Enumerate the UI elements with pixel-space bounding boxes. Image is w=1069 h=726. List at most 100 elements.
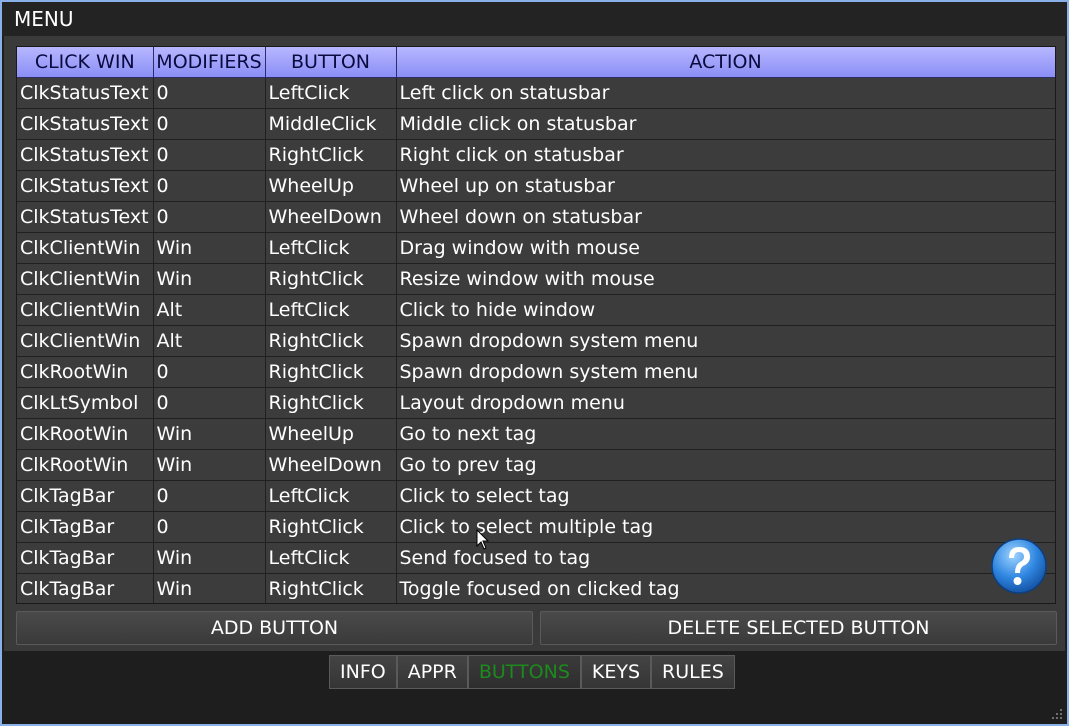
table-row[interactable]: ClkTagBar Win LeftClick Send focused to tag <box>17 542 1055 574</box>
cell-modifiers[interactable]: Alt <box>153 325 266 357</box>
cell-action[interactable]: Drag window with mouse <box>396 232 1055 264</box>
resize-grip-icon[interactable] <box>1051 708 1063 720</box>
cell-button[interactable]: RightClick <box>265 139 397 171</box>
cell-click-win[interactable]: ClkStatusText <box>17 170 154 202</box>
cell-click-win[interactable]: ClkRootWin <box>17 449 154 481</box>
column-header-modifiers[interactable]: MODIFIERS <box>153 47 266 78</box>
cell-modifiers[interactable]: 0 <box>153 511 266 543</box>
cell-button[interactable]: RightClick <box>265 511 397 543</box>
cell-button[interactable]: MiddleClick <box>265 108 397 140</box>
buttons-table-frame[interactable]: CLICK WIN MODIFIERS BUTTON ACTION ClkSta… <box>16 46 1056 604</box>
cell-action[interactable]: Wheel down on statusbar <box>396 201 1055 233</box>
cell-button[interactable]: RightClick <box>265 573 397 603</box>
cell-button[interactable]: LeftClick <box>265 77 397 109</box>
table-row[interactable]: ClkClientWin Win LeftClick Drag window with… <box>17 232 1055 264</box>
cell-action[interactable]: Layout dropdown menu <box>396 387 1055 419</box>
table-row[interactable]: ClkStatusText 0 LeftClick Left click on sta… <box>17 77 1055 109</box>
table-row[interactable]: ClkLtSymbol 0 RightClick Layout dropdown me… <box>17 387 1055 419</box>
cell-modifiers[interactable]: 0 <box>153 356 266 388</box>
cell-action[interactable]: Resize window with mouse <box>396 263 1055 295</box>
cell-modifiers[interactable]: 0 <box>153 480 266 512</box>
cell-modifiers[interactable]: Win <box>153 418 266 450</box>
table-row[interactable]: ClkStatusText 0 WheelUp Wheel up on statusb… <box>17 170 1055 202</box>
cell-modifiers[interactable]: Win <box>153 449 266 481</box>
cell-click-win[interactable]: ClkLtSymbol <box>17 387 154 419</box>
cell-click-win[interactable]: ClkTagBar <box>17 542 154 574</box>
table-row[interactable]: ClkClientWin Alt LeftClick Click to hide wi… <box>17 294 1055 326</box>
cell-action[interactable]: Toggle focused on clicked tag <box>396 573 1055 603</box>
cell-click-win[interactable]: ClkTagBar <box>17 573 154 603</box>
cell-click-win[interactable]: ClkClientWin <box>17 232 154 264</box>
cell-click-win[interactable]: ClkRootWin <box>17 418 154 450</box>
add-button[interactable]: ADD BUTTON <box>16 611 533 645</box>
cell-modifiers[interactable]: Win <box>153 573 266 603</box>
cell-action[interactable]: Right click on statusbar <box>396 139 1055 171</box>
cell-action[interactable]: Go to next tag <box>396 418 1055 450</box>
cell-modifiers[interactable]: 0 <box>153 170 266 202</box>
cell-click-win[interactable]: ClkClientWin <box>17 294 154 326</box>
tab-keys[interactable]: KEYS <box>580 655 652 689</box>
cell-button[interactable]: LeftClick <box>265 232 397 264</box>
tab-rules[interactable]: RULES <box>651 655 735 689</box>
cell-action[interactable]: Click to select tag <box>396 480 1055 512</box>
cell-modifiers[interactable]: 0 <box>153 108 266 140</box>
cell-button[interactable]: RightClick <box>265 263 397 295</box>
cell-click-win[interactable]: ClkClientWin <box>17 263 154 295</box>
table-row[interactable]: ClkRootWin Win WheelUp Go to next tag <box>17 418 1055 450</box>
table-row[interactable]: ClkTagBar 0 LeftClick Click to select tag <box>17 480 1055 512</box>
table-row[interactable]: ClkClientWin Win RightClick Resize window w… <box>17 263 1055 295</box>
cell-action[interactable]: Send focused to tag <box>396 542 1055 574</box>
column-header-action[interactable]: ACTION <box>396 47 1055 78</box>
cell-modifiers[interactable]: 0 <box>153 139 266 171</box>
table-row[interactable]: ClkTagBar 0 RightClick Click to select mult… <box>17 511 1055 543</box>
cell-click-win[interactable]: ClkClientWin <box>17 325 154 357</box>
cell-button[interactable]: WheelUp <box>265 170 397 202</box>
cell-button[interactable]: RightClick <box>265 325 397 357</box>
cell-action[interactable]: Spawn dropdown system menu <box>396 325 1055 357</box>
cell-button[interactable]: WheelUp <box>265 418 397 450</box>
cell-click-win[interactable]: ClkStatusText <box>17 201 154 233</box>
cell-action[interactable]: Click to hide window <box>396 294 1055 326</box>
cell-modifiers[interactable]: 0 <box>153 387 266 419</box>
cell-modifiers[interactable]: 0 <box>153 201 266 233</box>
cell-click-win[interactable]: ClkTagBar <box>17 511 154 543</box>
tab-buttons[interactable]: BUTTONS <box>467 655 581 689</box>
cell-action[interactable]: Wheel up on statusbar <box>396 170 1055 202</box>
cell-click-win[interactable]: ClkStatusText <box>17 139 154 171</box>
table-row[interactable]: ClkRootWin 0 RightClick Spawn dropdown syst… <box>17 356 1055 388</box>
cell-click-win[interactable]: ClkStatusText <box>17 108 154 140</box>
table-row[interactable]: ClkStatusText 0 RightClick Right click on s… <box>17 139 1055 171</box>
cell-action[interactable]: Middle click on statusbar <box>396 108 1055 140</box>
cell-action[interactable]: Left click on statusbar <box>396 77 1055 109</box>
table-row[interactable]: ClkClientWin Alt RightClick Spawn dropdown … <box>17 325 1055 357</box>
column-header-button[interactable]: BUTTON <box>265 47 397 78</box>
table-row[interactable]: ClkRootWin Win WheelDown Go to prev tag <box>17 449 1055 481</box>
cell-button[interactable]: LeftClick <box>265 480 397 512</box>
delete-selected-button[interactable]: DELETE SELECTED BUTTON <box>540 611 1057 645</box>
table-row[interactable]: ClkStatusText 0 WheelDown Wheel down on sta… <box>17 201 1055 233</box>
tab-info[interactable]: INFO <box>329 655 397 689</box>
cell-click-win[interactable]: ClkTagBar <box>17 480 154 512</box>
tab-appr[interactable]: APPR <box>396 655 468 689</box>
cell-modifiers[interactable]: Win <box>153 263 266 295</box>
title-bar[interactable]: MENU <box>2 2 1067 36</box>
cell-button[interactable]: RightClick <box>265 356 397 388</box>
cell-button[interactable]: WheelDown <box>265 201 397 233</box>
cell-modifiers[interactable]: Alt <box>153 294 266 326</box>
cell-action[interactable]: Spawn dropdown system menu <box>396 356 1055 388</box>
column-header-click-win[interactable]: CLICK WIN <box>17 47 154 78</box>
cell-click-win[interactable]: ClkStatusText <box>17 77 154 109</box>
cell-button[interactable]: LeftClick <box>265 542 397 574</box>
cell-action[interactable]: Click to select multiple tag <box>396 511 1055 543</box>
cell-modifiers[interactable]: Win <box>153 232 266 264</box>
cell-click-win[interactable]: ClkRootWin <box>17 356 154 388</box>
cell-action[interactable]: Go to prev tag <box>396 449 1055 481</box>
table-row[interactable]: ClkStatusText 0 MiddleClick Middle click on… <box>17 108 1055 140</box>
cell-button[interactable]: WheelDown <box>265 449 397 481</box>
table-row[interactable]: ClkTagBar Win RightClick Toggle focused on … <box>17 573 1055 603</box>
cell-modifiers[interactable]: 0 <box>153 77 266 109</box>
cell-button[interactable]: LeftClick <box>265 294 397 326</box>
help-icon[interactable] <box>990 536 1048 596</box>
cell-button[interactable]: RightClick <box>265 387 397 419</box>
cell-modifiers[interactable]: Win <box>153 542 266 574</box>
